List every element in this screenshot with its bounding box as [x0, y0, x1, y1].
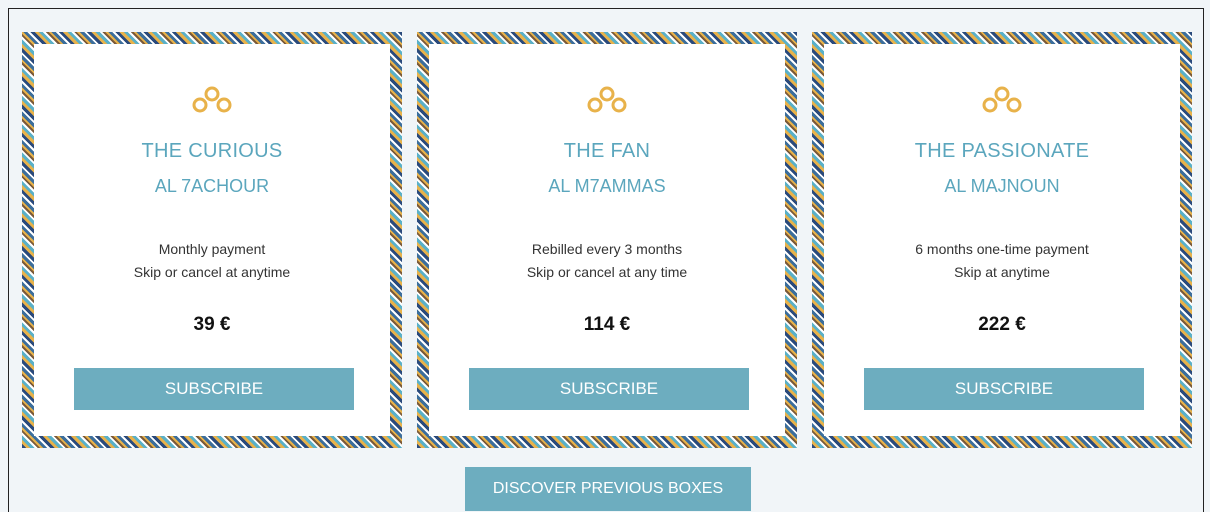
plan-title: THE CURIOUS [141, 140, 283, 162]
discover-previous-boxes-button[interactable]: DISCOVER PREVIOUS BOXES [465, 467, 751, 511]
plan-card-fan: THE FAN AL M7AMMAS Rebilled every 3 mont… [417, 32, 797, 448]
plan-title: THE FAN [563, 140, 651, 162]
knot-icon [587, 86, 627, 113]
plan-subtitle: AL 7ACHOUR [154, 176, 270, 196]
plan-billing: Rebilled every 3 months [531, 241, 683, 257]
plan-title: THE PASSIONATE [914, 140, 1090, 162]
knot-icon [192, 86, 232, 113]
plan-cancel-policy: Skip or cancel at anytime [133, 264, 291, 280]
knot-icon [982, 86, 1022, 113]
plan-billing: Monthly payment [158, 241, 266, 257]
subscribe-button-passionate[interactable]: SUBSCRIBE [864, 368, 1144, 410]
plan-card-passionate: THE PASSIONATE AL MAJNOUN 6 months one-t… [812, 32, 1192, 448]
plan-subtitle: AL MAJNOUN [944, 176, 1060, 196]
plan-billing: 6 months one-time payment [915, 241, 1089, 257]
subscribe-button-curious[interactable]: SUBSCRIBE [74, 368, 354, 410]
plan-price: 114 € [583, 314, 631, 335]
plan-cancel-policy: Skip at anytime [954, 264, 1050, 280]
plan-card-curious: THE CURIOUS AL 7ACHOUR Monthly payment S… [22, 32, 402, 448]
plan-subtitle: AL M7AMMAS [548, 176, 666, 196]
plan-price: 222 € [978, 314, 1026, 335]
plan-cancel-policy: Skip or cancel at any time [526, 264, 688, 280]
plan-description: Rebilled every 3 months Skip or cancel a… [429, 238, 785, 284]
plan-description: 6 months one-time payment Skip at anytim… [824, 238, 1180, 284]
plan-description: Monthly payment Skip or cancel at anytim… [34, 238, 390, 284]
subscribe-button-fan[interactable]: SUBSCRIBE [469, 368, 749, 410]
plan-price: 39 € [193, 314, 231, 335]
